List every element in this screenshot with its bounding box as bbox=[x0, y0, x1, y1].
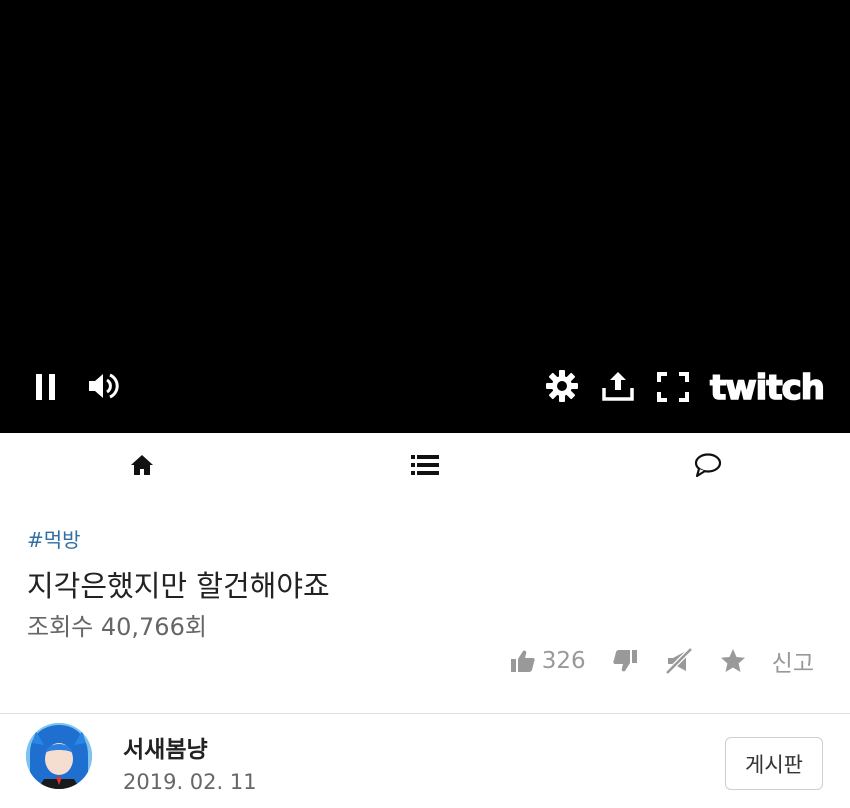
tab-home[interactable] bbox=[0, 433, 283, 501]
like-count: 326 bbox=[541, 648, 586, 674]
video-player[interactable]: twitch bbox=[0, 0, 850, 433]
star-icon bbox=[720, 648, 746, 674]
list-icon bbox=[410, 454, 439, 480]
report-button[interactable]: 신고 bbox=[772, 644, 814, 678]
volume-icon[interactable] bbox=[86, 370, 122, 406]
thumbs-up-icon bbox=[510, 648, 536, 674]
avatar[interactable] bbox=[26, 723, 92, 789]
action-bar: 326 신고 bbox=[510, 643, 814, 679]
home-icon bbox=[129, 453, 155, 481]
favorite-button[interactable] bbox=[720, 648, 746, 674]
author-name[interactable]: 서새봄냥 bbox=[123, 730, 208, 764]
settings-icon[interactable] bbox=[545, 369, 579, 407]
pause-icon[interactable] bbox=[33, 372, 59, 406]
page-title: 지각은했지만 할건해야죠 bbox=[27, 569, 330, 603]
twitch-logo[interactable]: twitch bbox=[708, 367, 826, 410]
hashtag-link[interactable]: #먹방 bbox=[27, 524, 81, 553]
megaphone-off-icon bbox=[664, 647, 694, 675]
comment-icon bbox=[694, 452, 722, 482]
view-count: 조회수 40,766회 bbox=[27, 613, 207, 641]
thumbs-down-icon bbox=[612, 648, 638, 674]
board-button[interactable]: 게시판 bbox=[725, 737, 823, 790]
dislike-button[interactable] bbox=[612, 648, 638, 674]
twitch-logo-text: twitch bbox=[710, 368, 824, 406]
fullscreen-icon[interactable] bbox=[656, 371, 690, 407]
tab-comments[interactable] bbox=[566, 433, 849, 501]
like-button[interactable]: 326 bbox=[510, 648, 586, 674]
tab-list[interactable] bbox=[283, 433, 566, 501]
divider bbox=[0, 713, 850, 714]
share-icon[interactable] bbox=[600, 368, 636, 408]
tab-bar bbox=[0, 433, 850, 501]
mute-notification-button[interactable] bbox=[664, 647, 694, 675]
post-date: 2019. 02. 11 bbox=[123, 770, 257, 794]
